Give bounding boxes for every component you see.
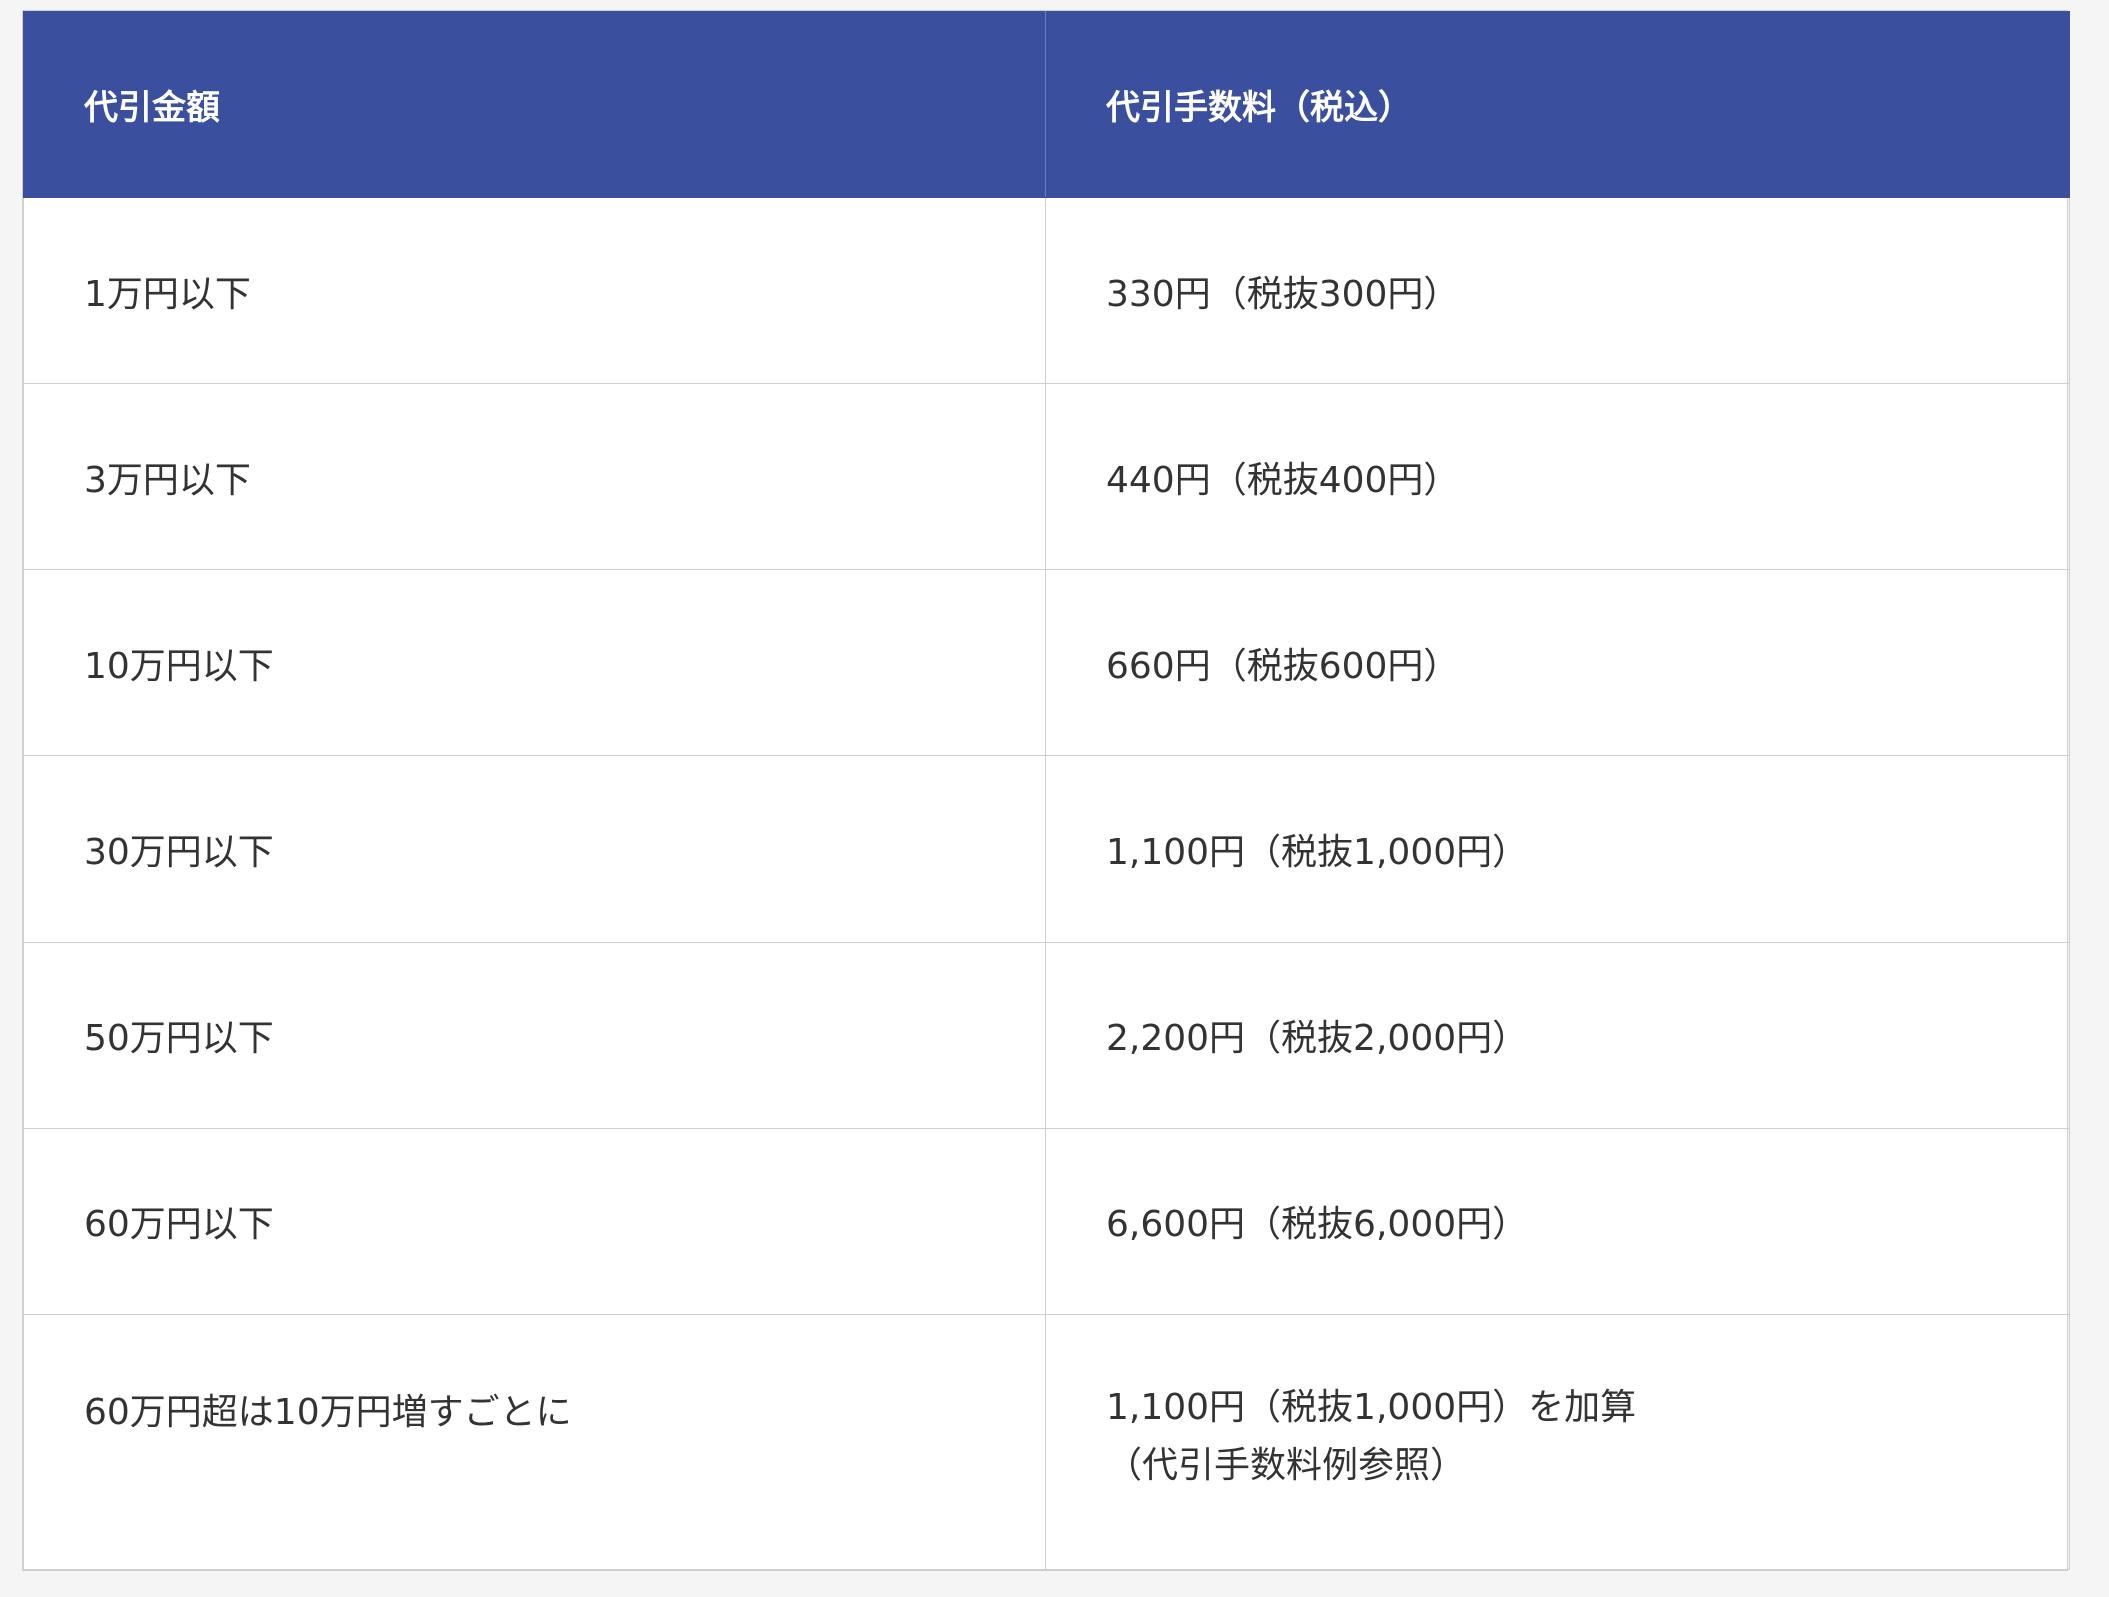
amount-cell: 10万円以下	[23, 569, 1046, 757]
fee-table: 代引金額 代引手数料（税込） 1万円以下 330円（税抜300円） 3万円以下 …	[23, 11, 2070, 1571]
header-cod-fee: 代引手数料（税込）	[1045, 11, 2070, 198]
fee-cell: 1,100円（税抜1,000円）を加算 （代引手数料例参照）	[1045, 1313, 2070, 1571]
amount-cell: 3万円以下	[23, 383, 1046, 571]
fee-cell: 2,200円（税抜2,000円）	[1045, 941, 2070, 1129]
fee-cell: 1,100円（税抜1,000円）	[1045, 755, 2070, 943]
amount-cell: 60万円超は10万円増すごとに	[23, 1313, 1046, 1571]
fee-text: 1,100円（税抜1,000円）を加算	[1106, 1386, 1637, 1428]
fee-cell: 6,600円（税抜6,000円）	[1045, 1127, 2070, 1315]
amount-cell: 30万円以下	[23, 755, 1046, 943]
fee-example-link-note: （代引手数料例参照）	[1106, 1445, 1467, 1487]
amount-cell: 60万円以下	[23, 1127, 1046, 1315]
table-row: 1万円以下 330円（税抜300円）	[23, 196, 2070, 385]
table-row: 30万円以下 1,100円（税抜1,000円）	[23, 755, 2070, 943]
header-row: 代引金額 代引手数料（税込）	[23, 11, 2070, 198]
fee-cell: 330円（税抜300円）	[1045, 196, 2070, 385]
fee-cell: 440円（税抜400円）	[1045, 383, 2070, 571]
table-body: 1万円以下 330円（税抜300円） 3万円以下 440円（税抜400円） 10…	[23, 196, 2070, 1571]
amount-cell: 50万円以下	[23, 941, 1046, 1129]
table-row: 10万円以下 660円（税抜600円）	[23, 569, 2070, 757]
amount-cell: 1万円以下	[23, 196, 1046, 385]
table-row: 50万円以下 2,200円（税抜2,000円）	[23, 941, 2070, 1129]
table-row: 3万円以下 440円（税抜400円）	[23, 383, 2070, 571]
cod-fee-table: 代引金額 代引手数料（税込） 1万円以下 330円（税抜300円） 3万円以下 …	[22, 10, 2070, 1571]
header-cod-amount: 代引金額	[23, 11, 1046, 198]
table-header: 代引金額 代引手数料（税込）	[23, 11, 2070, 198]
fee-cell: 660円（税抜600円）	[1045, 569, 2070, 757]
table-row: 60万円超は10万円増すごとに 1,100円（税抜1,000円）を加算 （代引手…	[23, 1313, 2070, 1571]
table-row: 60万円以下 6,600円（税抜6,000円）	[23, 1127, 2070, 1315]
